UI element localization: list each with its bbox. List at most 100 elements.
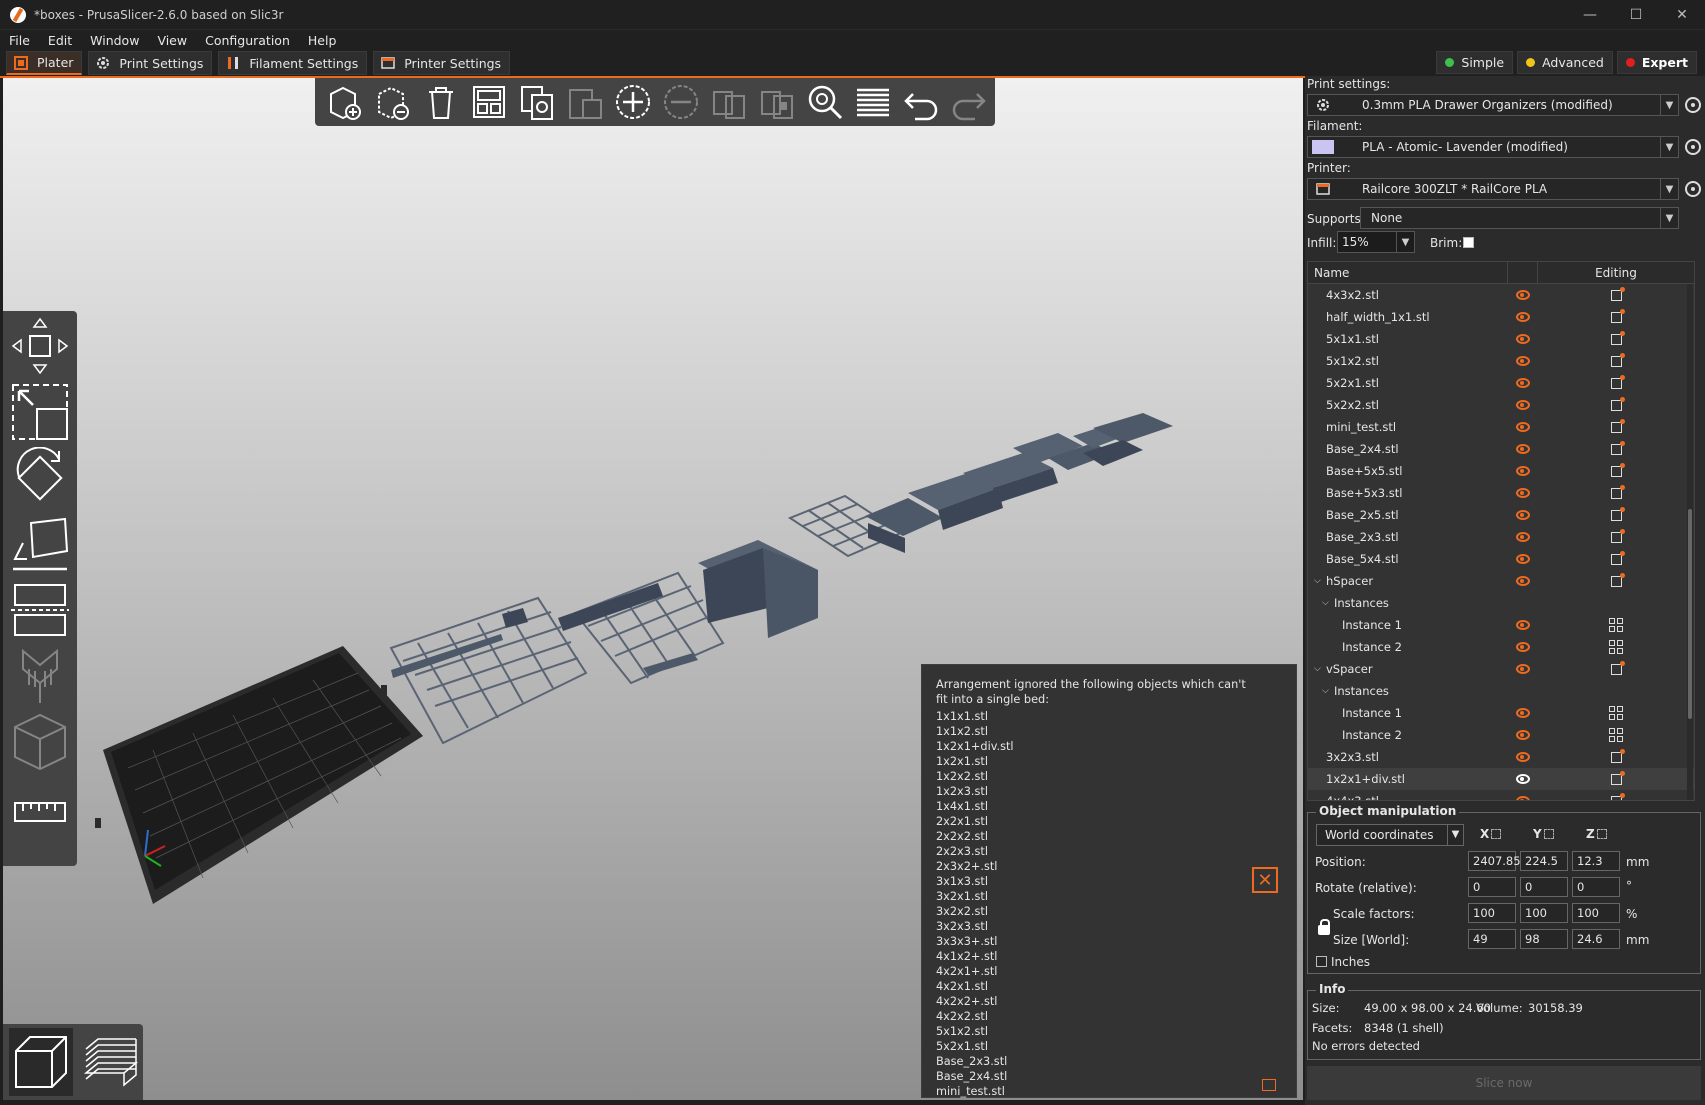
menu-help[interactable]: Help [299, 33, 346, 48]
eye-icon[interactable] [1516, 730, 1530, 740]
eye-icon[interactable] [1516, 664, 1530, 674]
cut-tool-button[interactable] [9, 579, 71, 641]
scale-tool-button[interactable] [9, 381, 71, 443]
table-row[interactable]: 4x3x2.stl [1308, 284, 1694, 306]
eye-icon[interactable] [1516, 312, 1530, 322]
eye-icon[interactable] [1516, 752, 1530, 762]
notification-close-button[interactable]: ✕ [1252, 867, 1278, 893]
printer-combo[interactable]: Railcore 300ZLT * RailCore PLA ▼ [1307, 178, 1679, 200]
instance-icon[interactable] [1609, 640, 1623, 654]
rotate-tool-button[interactable] [9, 447, 71, 509]
eye-icon[interactable] [1516, 400, 1530, 410]
measure-tool-button[interactable] [9, 781, 71, 843]
table-row[interactable]: 3x2x3.stl [1308, 746, 1694, 768]
eye-icon[interactable] [1516, 422, 1530, 432]
table-row[interactable]: 4x4x3.stl [1308, 790, 1694, 800]
edit-icon[interactable] [1610, 572, 1625, 587]
edit-icon[interactable] [1610, 418, 1625, 433]
eye-icon[interactable] [1516, 642, 1530, 652]
edit-icon[interactable] [1610, 286, 1625, 301]
filament-combo[interactable]: PLA - Atomic- Lavender (modified) ▼ [1307, 136, 1679, 158]
edit-icon[interactable] [1610, 440, 1625, 455]
drop-to-bed-icon[interactable] [1543, 829, 1554, 839]
eye-icon[interactable] [1516, 620, 1530, 630]
edit-icon[interactable] [1610, 660, 1625, 675]
filament-gear-icon[interactable] [1685, 139, 1701, 155]
eye-icon[interactable] [1516, 510, 1530, 520]
edit-icon[interactable] [1610, 748, 1625, 763]
column-name[interactable]: Name [1308, 262, 1508, 283]
table-row[interactable]: mini_test.stl [1308, 416, 1694, 438]
3d-viewport[interactable]: Arrangement ignored the following object… [3, 78, 1303, 1100]
table-row[interactable]: 5x1x2.stl [1308, 350, 1694, 372]
delete-button[interactable] [371, 80, 415, 124]
table-row[interactable]: 5x1x1.stl [1308, 328, 1694, 350]
eye-icon[interactable] [1516, 576, 1530, 586]
delete-all-button[interactable] [419, 80, 463, 124]
eye-icon[interactable] [1516, 708, 1530, 718]
maximize-button[interactable]: ☐ [1613, 0, 1659, 30]
print-settings-gear-icon[interactable] [1685, 97, 1701, 113]
menu-window[interactable]: Window [81, 33, 148, 48]
instance-icon[interactable] [1609, 618, 1623, 632]
eye-icon[interactable] [1516, 774, 1530, 784]
menu-file[interactable]: File [0, 33, 39, 48]
scale-z-field[interactable]: 100 [1572, 903, 1620, 923]
notification-minimize-icon[interactable] [1262, 1079, 1276, 1091]
edit-icon[interactable] [1610, 484, 1625, 499]
table-row[interactable]: 5x2x1.stl [1308, 372, 1694, 394]
lock-icon[interactable] [1318, 919, 1330, 935]
scale-x-field[interactable]: 100 [1468, 903, 1516, 923]
eye-icon[interactable] [1516, 796, 1530, 800]
position-y-field[interactable]: 224.5 [1520, 851, 1568, 871]
split-parts-button[interactable] [755, 80, 799, 124]
paint-supports-tool-button[interactable] [9, 645, 71, 707]
infill-combo[interactable]: 15% ▼ [1337, 231, 1415, 253]
preview-button[interactable] [79, 1028, 143, 1096]
rotate-x-field[interactable]: 0 [1468, 877, 1516, 897]
table-row[interactable]: 1x2x1+div.stl [1308, 768, 1694, 790]
paste-button[interactable] [563, 80, 607, 124]
table-row[interactable]: Base_5x4.stl [1308, 548, 1694, 570]
scrollbar-thumb[interactable] [1688, 509, 1692, 719]
layers-editing-button[interactable] [851, 80, 895, 124]
eye-icon[interactable] [1516, 554, 1530, 564]
move-tool-button[interactable] [9, 315, 71, 377]
3d-view-button[interactable] [9, 1028, 73, 1096]
eye-icon[interactable] [1516, 356, 1530, 366]
expander-chevron-icon[interactable]: ⌵ [1314, 576, 1321, 586]
printer-gear-icon[interactable] [1685, 181, 1701, 197]
size-y-field[interactable]: 98 [1520, 929, 1568, 949]
table-row[interactable]: Instance 1 [1308, 702, 1694, 724]
arrange-button[interactable] [467, 80, 511, 124]
drop-to-bed-icon[interactable] [1596, 829, 1607, 839]
edit-icon[interactable] [1610, 374, 1625, 389]
scale-y-field[interactable]: 100 [1520, 903, 1568, 923]
edit-icon[interactable] [1610, 792, 1625, 800]
add-button[interactable] [323, 80, 367, 124]
inches-checkbox[interactable] [1316, 956, 1327, 967]
edit-icon[interactable] [1610, 462, 1625, 477]
eye-icon[interactable] [1516, 334, 1530, 344]
position-x-field[interactable]: 2407.85 [1468, 851, 1521, 871]
supports-combo[interactable]: None ▼ [1360, 207, 1679, 229]
mode-simple-button[interactable]: Simple [1436, 51, 1514, 74]
edit-icon[interactable] [1610, 396, 1625, 411]
eye-icon[interactable] [1516, 444, 1530, 454]
split-objects-button[interactable] [707, 80, 751, 124]
eye-icon[interactable] [1516, 488, 1530, 498]
object-list-scrollbar[interactable] [1687, 284, 1693, 800]
expander-chevron-icon[interactable]: ⌵ [1322, 686, 1329, 696]
search-button[interactable] [803, 80, 847, 124]
add-instance-button[interactable] [611, 80, 655, 124]
place-on-face-tool-button[interactable] [9, 513, 71, 575]
edit-icon[interactable] [1610, 506, 1625, 521]
size-x-field[interactable]: 49 [1468, 929, 1516, 949]
eye-icon[interactable] [1516, 466, 1530, 476]
instance-icon[interactable] [1609, 706, 1623, 720]
table-row[interactable]: Instance 2 [1308, 636, 1694, 658]
table-row[interactable]: Base_2x3.stl [1308, 526, 1694, 548]
slice-now-button[interactable]: Slice now [1307, 1066, 1701, 1100]
tab-filament-settings[interactable]: Filament Settings [218, 51, 368, 75]
table-row[interactable]: half_width_1x1.stl [1308, 306, 1694, 328]
